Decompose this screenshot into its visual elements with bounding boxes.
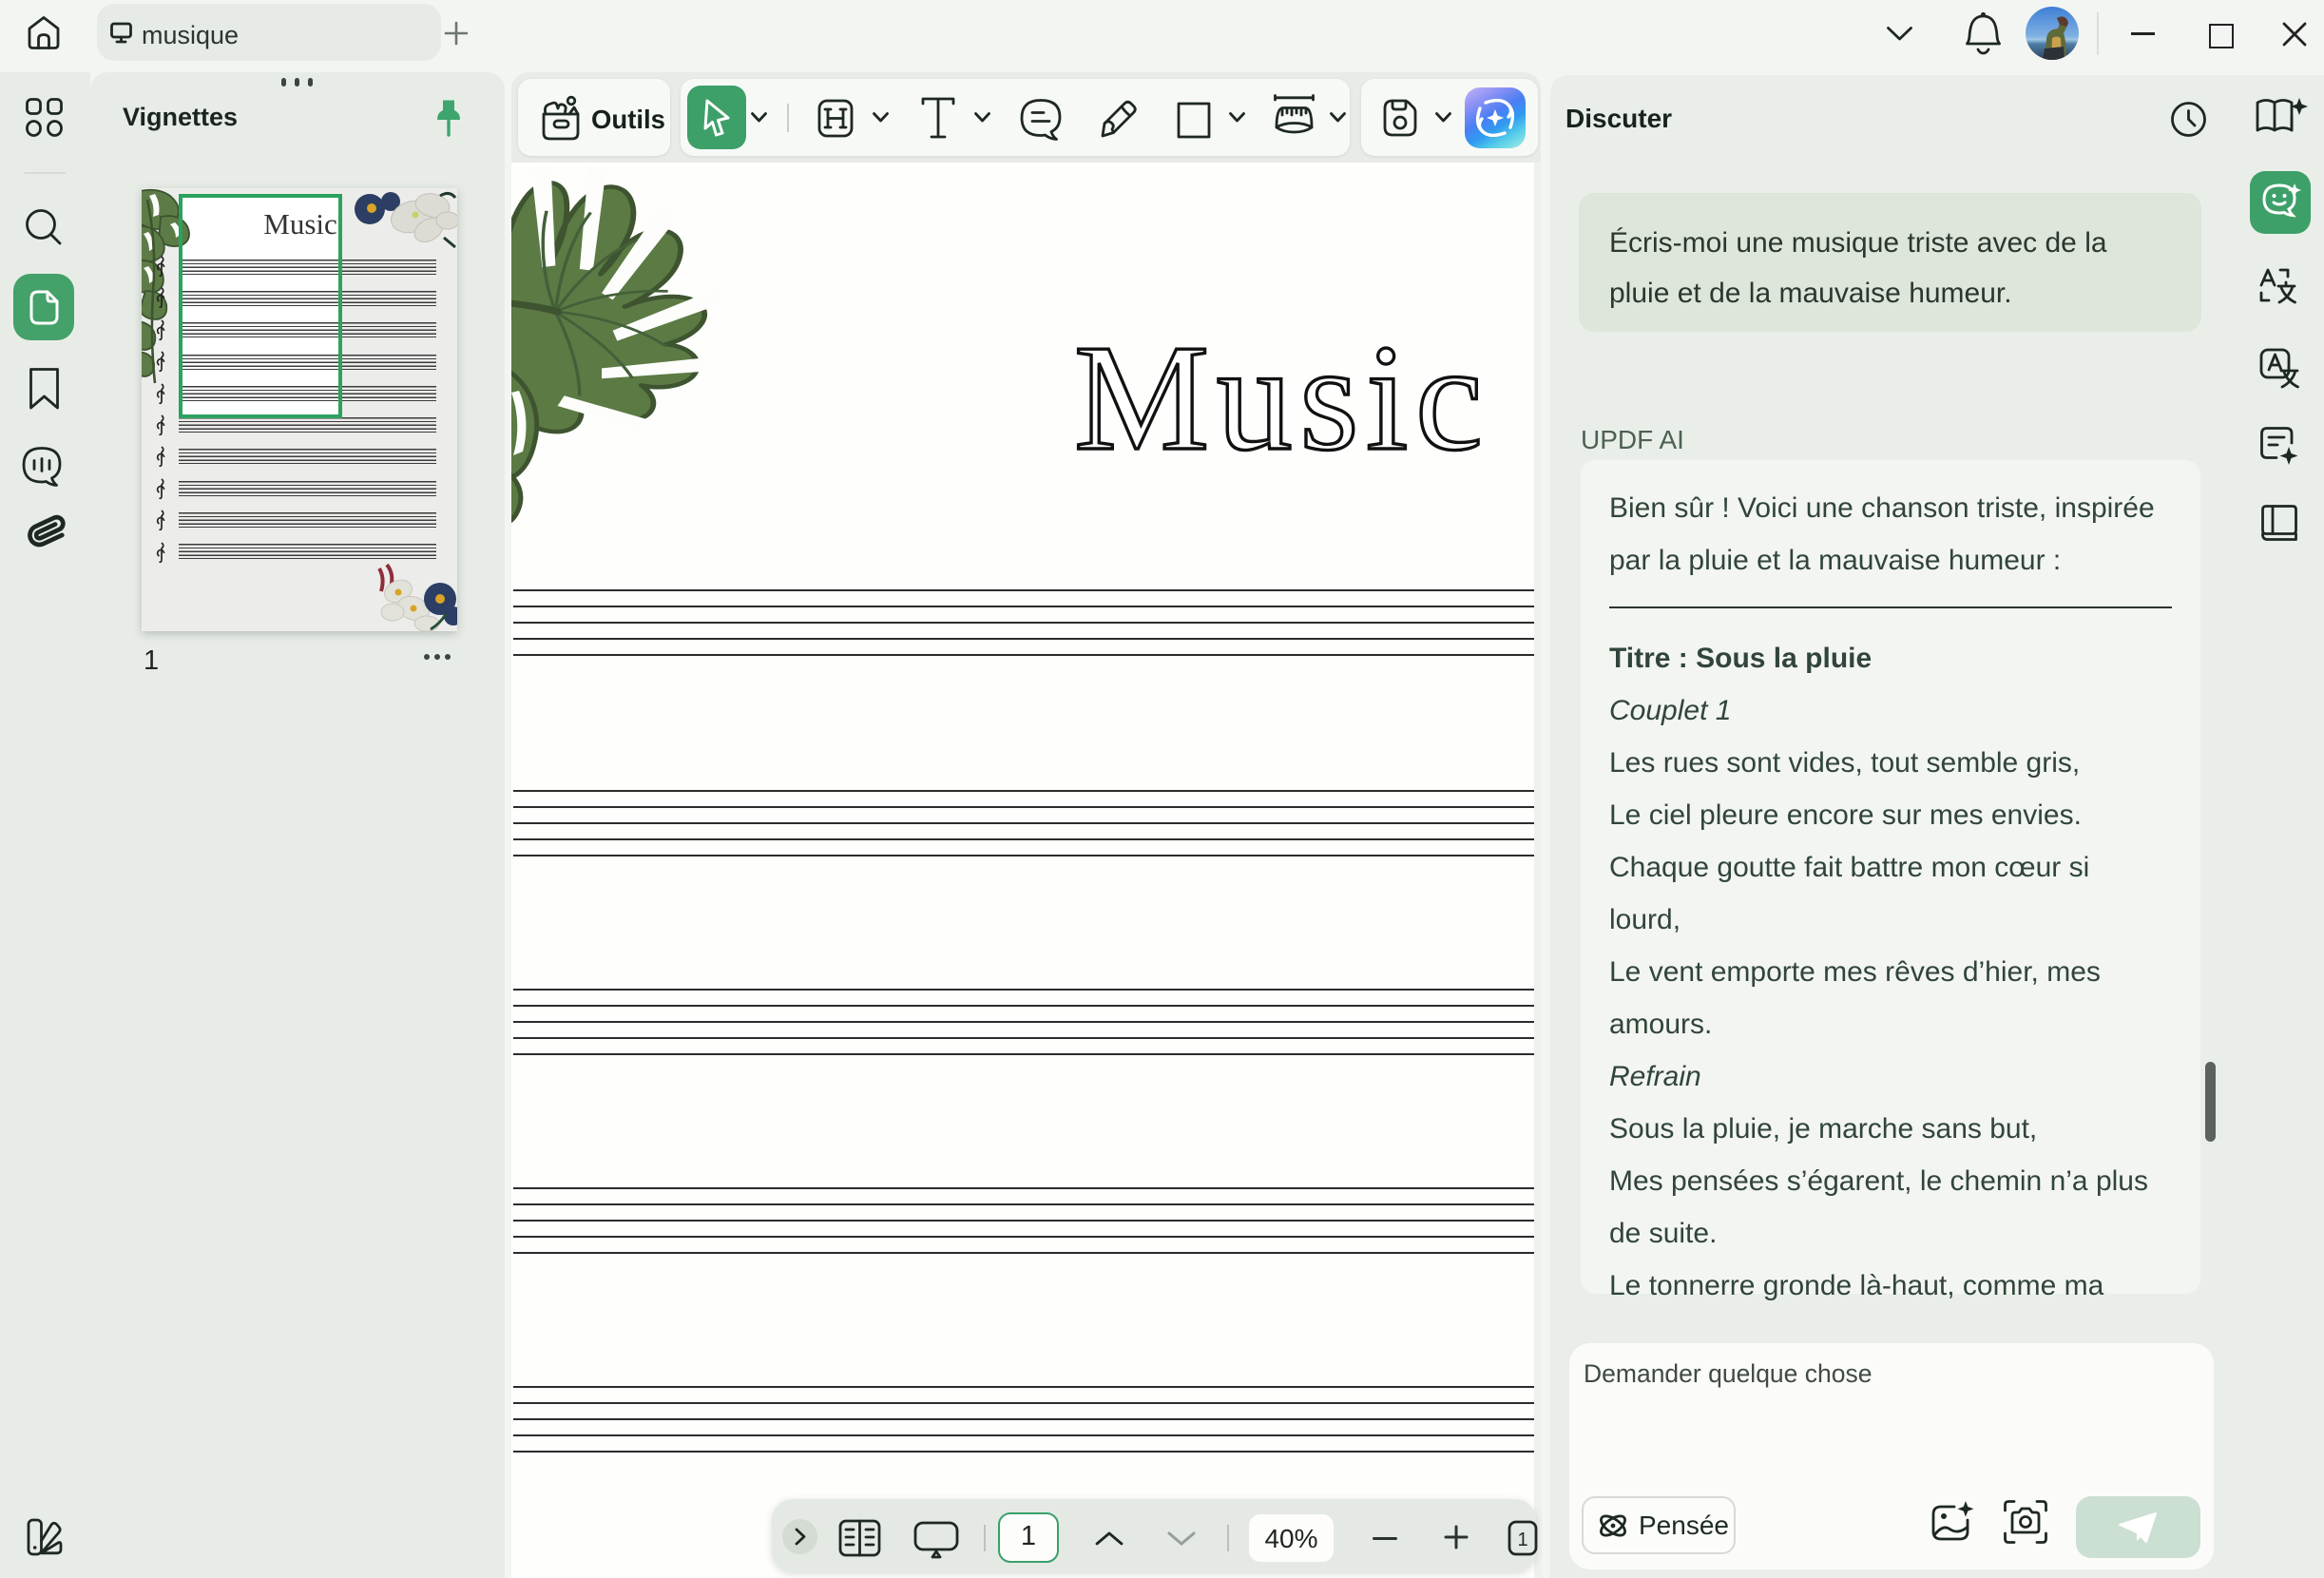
- svg-text:1: 1: [1517, 1530, 1527, 1550]
